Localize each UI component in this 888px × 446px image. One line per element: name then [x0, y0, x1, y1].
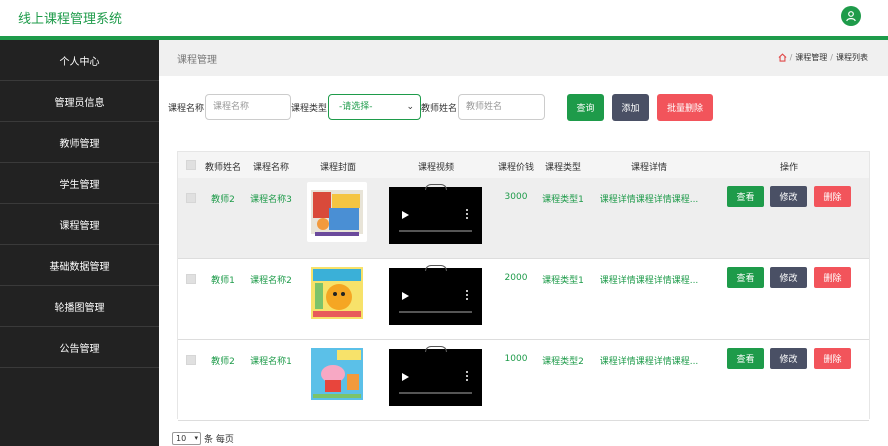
- column-header: 课程详情: [630, 163, 668, 173]
- row-checkbox[interactable]: [186, 355, 196, 365]
- edit-button[interactable]: 修改: [770, 267, 807, 288]
- play-icon[interactable]: [402, 211, 409, 219]
- page-size-select[interactable]: 10 ▾: [172, 432, 201, 445]
- teacher-name-input[interactable]: 教师姓名: [458, 94, 545, 120]
- edit-button[interactable]: 修改: [770, 186, 807, 207]
- select-all-checkbox[interactable]: [186, 160, 196, 170]
- app-title: 线上课程管理系统: [18, 12, 123, 27]
- delete-button[interactable]: 删除: [814, 267, 851, 288]
- more-options-icon[interactable]: [466, 371, 468, 381]
- video-progress-bar[interactable]: [399, 311, 472, 313]
- course-name-input[interactable]: 课程名称: [205, 94, 291, 120]
- column-header: 课程封面: [319, 163, 357, 173]
- column-header: 课程类型: [544, 163, 582, 173]
- view-button[interactable]: 查看: [727, 348, 764, 369]
- sidebar-item-courses[interactable]: 课程管理: [0, 204, 159, 245]
- page-title: 课程管理: [177, 55, 217, 66]
- table-row: 教师2 课程名称3 3000 课程类型1 课程详情课程详情课程... 查看 修改…: [178, 178, 869, 259]
- teacher-name-cell: 教师1: [211, 276, 235, 286]
- play-icon[interactable]: [402, 292, 409, 300]
- sidebar-item-basic-data[interactable]: 基础数据管理: [0, 245, 159, 286]
- sidebar-item-admin[interactable]: 管理员信息: [0, 81, 159, 122]
- batch-delete-button[interactable]: 批量删除: [657, 94, 713, 121]
- delete-button[interactable]: 删除: [814, 348, 851, 369]
- course-table: 教师姓名 课程名称 课程封面 课程视频 课程价钱 课程类型 课程详情 操作 教师…: [177, 151, 870, 421]
- course-type-label: 课程类型: [291, 104, 328, 114]
- home-icon[interactable]: [778, 53, 787, 62]
- course-name-cell: 课程名称1: [250, 357, 292, 367]
- column-header: 课程视频: [417, 163, 455, 173]
- price-cell: 3000: [504, 192, 528, 202]
- course-detail-cell: 课程详情课程详情课程...: [599, 276, 699, 286]
- pagination: 10 ▾ 条 每页: [172, 432, 234, 445]
- sidebar-item-announcements[interactable]: 公告管理: [0, 327, 159, 368]
- course-name-cell: 课程名称2: [250, 276, 292, 286]
- edit-button[interactable]: 修改: [770, 348, 807, 369]
- column-header: 课程价钱: [497, 163, 535, 173]
- column-header: 课程名称: [252, 163, 290, 173]
- breadcrumb: / 课程管理 / 课程列表: [778, 52, 868, 63]
- play-icon[interactable]: [402, 373, 409, 381]
- main-content: 课程管理 / 课程管理 / 课程列表 课程名称 课程名称 课程类型 -请选择- …: [159, 40, 888, 446]
- course-name-cell: 课程名称3: [250, 195, 292, 205]
- video-progress-bar[interactable]: [399, 392, 472, 394]
- row-checkbox[interactable]: [186, 274, 196, 284]
- top-bar: 线上课程管理系统: [0, 0, 888, 36]
- page-size-suffix: 条 每页: [204, 435, 234, 445]
- view-button[interactable]: 查看: [727, 186, 764, 207]
- query-button[interactable]: 查询: [567, 94, 604, 121]
- course-type-cell: 课程类型1: [542, 195, 584, 205]
- more-options-icon[interactable]: [466, 209, 468, 219]
- course-video-player[interactable]: [389, 265, 482, 325]
- teacher-name-label: 教师姓名: [421, 104, 458, 114]
- search-bar: 课程名称 课程名称 课程类型 -请选择- ⌄ 教师姓名 教师姓名 查询 添加 批…: [159, 90, 888, 124]
- course-detail-cell: 课程详情课程详情课程...: [599, 195, 699, 205]
- row-checkbox[interactable]: [186, 193, 196, 203]
- table-row: 教师1 课程名称2 2000 课程类型1 课程详情课程详情课程... 查看 修改…: [178, 259, 869, 340]
- video-progress-bar[interactable]: [399, 230, 472, 232]
- page-header: 课程管理 / 课程管理 / 课程列表: [159, 40, 888, 76]
- more-options-icon[interactable]: [466, 290, 468, 300]
- view-button[interactable]: 查看: [727, 267, 764, 288]
- price-cell: 2000: [504, 273, 528, 283]
- delete-button[interactable]: 删除: [814, 186, 851, 207]
- teacher-name-cell: 教师2: [211, 357, 235, 367]
- table-header: 教师姓名 课程名称 课程封面 课程视频 课程价钱 课程类型 课程详情 操作: [178, 152, 869, 178]
- course-video-player[interactable]: [389, 346, 482, 406]
- course-detail-cell: 课程详情课程详情课程...: [599, 357, 699, 367]
- course-type-select[interactable]: -请选择- ⌄: [328, 94, 421, 120]
- course-video-player[interactable]: [389, 184, 482, 244]
- table-row: 教师2 课程名称1 1000 课程类型2 课程详情课程详情课程... 查看 修改…: [178, 340, 869, 421]
- column-header: 操作: [779, 163, 799, 173]
- page-size-value: 10: [176, 434, 187, 443]
- course-cover-image[interactable]: [307, 182, 367, 242]
- sidebar-item-teachers[interactable]: 教师管理: [0, 122, 159, 163]
- sidebar-item-students[interactable]: 学生管理: [0, 163, 159, 204]
- teacher-name-cell: 教师2: [211, 195, 235, 205]
- sidebar-item-carousel[interactable]: 轮播图管理: [0, 286, 159, 327]
- column-header: 教师姓名: [204, 163, 242, 173]
- sidebar-item-profile[interactable]: 个人中心: [0, 40, 159, 81]
- course-cover-image[interactable]: [307, 263, 367, 323]
- user-icon: [846, 11, 856, 22]
- breadcrumb-item: 课程列表: [836, 53, 868, 62]
- sidebar: 个人中心 管理员信息 教师管理 学生管理 课程管理 基础数据管理 轮播图管理 公…: [0, 40, 159, 446]
- breadcrumb-item[interactable]: 课程管理: [795, 52, 827, 63]
- price-cell: 1000: [504, 354, 528, 364]
- course-type-selected: -请选择-: [339, 102, 373, 112]
- chevron-down-icon: ⌄: [406, 102, 414, 112]
- course-type-cell: 课程类型1: [542, 276, 584, 286]
- user-avatar-button[interactable]: [841, 6, 861, 26]
- add-button[interactable]: 添加: [612, 94, 649, 121]
- chevron-down-icon: ▾: [194, 434, 198, 442]
- course-type-cell: 课程类型2: [542, 357, 584, 367]
- course-name-label: 课程名称: [168, 104, 205, 114]
- course-cover-image[interactable]: [307, 344, 367, 404]
